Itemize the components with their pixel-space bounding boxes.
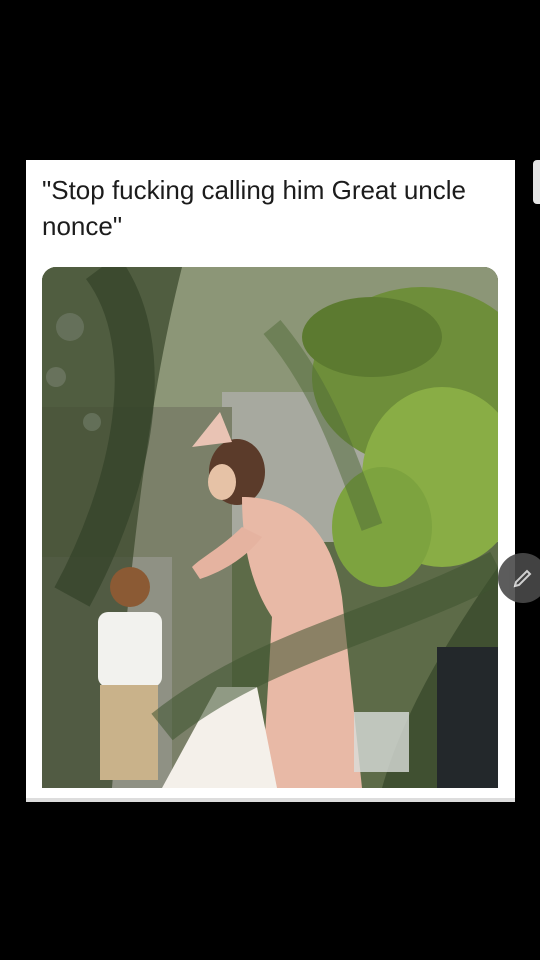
post-caption: "Stop fucking calling him Great uncle no… — [42, 175, 466, 241]
edit-button[interactable] — [498, 553, 540, 603]
photo-image — [42, 267, 498, 788]
pencil-icon — [513, 569, 532, 588]
post-card: "Stop fucking calling him Great uncle no… — [26, 160, 515, 798]
card-bottom-border — [26, 798, 515, 802]
post-photo[interactable] — [42, 267, 498, 788]
side-scroll-tab[interactable] — [533, 160, 540, 204]
